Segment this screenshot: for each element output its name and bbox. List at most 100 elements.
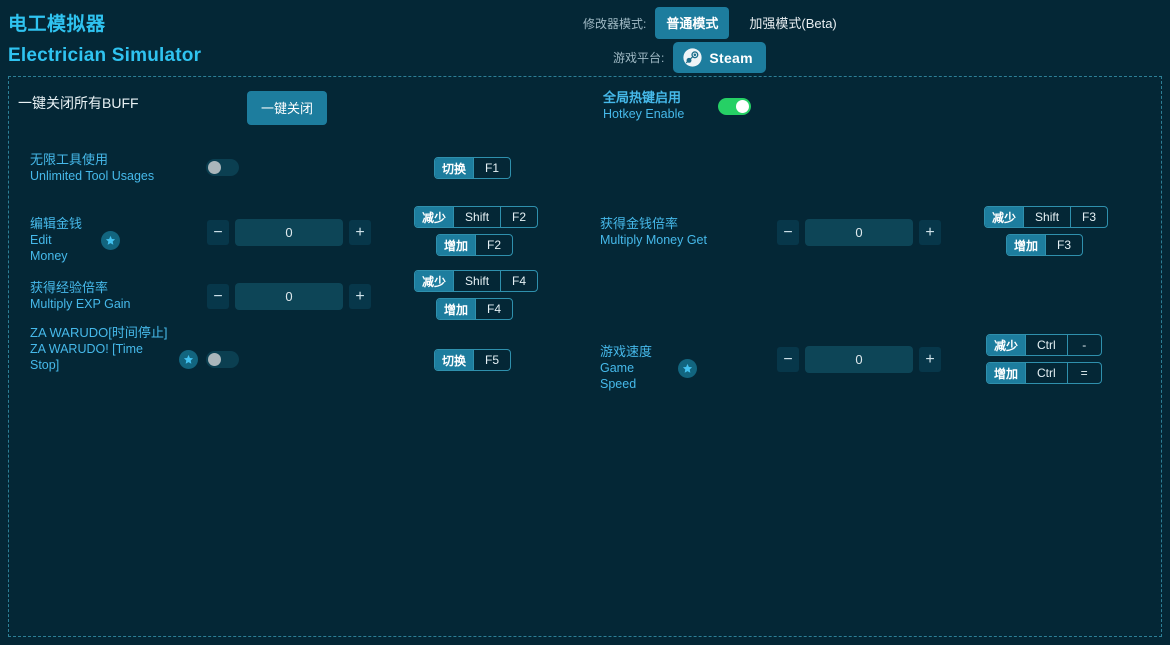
hotkey-action: 减少 (985, 207, 1023, 227)
favorite-star-icon[interactable] (678, 359, 697, 378)
stepper-multiply-exp-gain: − + (207, 283, 371, 310)
hotkey-action: 增加 (437, 299, 475, 319)
hotkey-key-modifier: Shift (453, 271, 500, 291)
label-zh: 游戏速度 (600, 344, 672, 360)
hotkey-enable-row: 全局热键启用 Hotkey Enable (603, 90, 751, 122)
hotkeys-za-warudo: 切换 F5 (434, 349, 511, 371)
label-en: Multiply Money Get (600, 232, 707, 248)
label-multiply-money-get: 获得金钱倍率 Multiply Money Get (600, 216, 707, 248)
hotkeys-multiply-money-get: 减少 Shift F3 增加 F3 (984, 206, 1108, 256)
decrement-button[interactable]: − (777, 347, 799, 372)
platform-steam-button[interactable]: Steam (673, 42, 766, 73)
hotkey-increase-ctrl-equals[interactable]: 增加 Ctrl = (986, 362, 1102, 384)
label-zh: 获得经验倍率 (30, 280, 131, 296)
hotkey-key: F2 (475, 235, 512, 255)
hotkey-increase-f3[interactable]: 增加 F3 (1006, 234, 1083, 256)
mode-label: 修改器模式: (583, 15, 646, 32)
hotkey-increase-f4[interactable]: 增加 F4 (436, 298, 513, 320)
platform-label: 游戏平台: (613, 49, 664, 66)
app-header: 电工模拟器 Electrician Simulator 修改器模式: 普通模式 … (0, 0, 1170, 75)
row-multiply-money-get-label: 获得金钱倍率 Multiply Money Get (600, 216, 707, 248)
mode-selector: 修改器模式: 普通模式 加强模式(Beta) (583, 7, 845, 39)
hotkey-key: = (1067, 363, 1101, 383)
toggle-unlimited-tool-usages[interactable] (206, 159, 239, 176)
disable-all-buffs-row: 一键关闭所有BUFF (18, 93, 139, 113)
label-zh: ZA WARUDO[时间停止] (30, 325, 170, 341)
increment-button[interactable]: + (349, 284, 371, 309)
value-input[interactable] (235, 219, 343, 246)
hotkey-toggle-f1[interactable]: 切换 F1 (434, 157, 511, 179)
row-multiply-exp-gain-label: 获得经验倍率 Multiply EXP Gain (30, 280, 131, 312)
hotkey-key: F4 (475, 299, 512, 319)
hotkeys-game-speed: 减少 Ctrl - 增加 Ctrl = (986, 334, 1102, 384)
hotkey-enable-label-en: Hotkey Enable (603, 106, 713, 122)
hotkey-key: F4 (500, 271, 537, 291)
increment-button[interactable]: + (349, 220, 371, 245)
disable-all-buffs-button[interactable]: 一键关闭 (247, 91, 327, 125)
label-en: Edit Money (30, 232, 92, 264)
row-za-warudo-label: ZA WARUDO[时间停止] ZA WARUDO! [Time Stop] (30, 325, 170, 373)
hotkey-decrease-ctrl-minus[interactable]: 减少 Ctrl - (986, 334, 1102, 356)
hotkey-action: 切换 (435, 350, 473, 370)
decrement-button[interactable]: − (777, 220, 799, 245)
hotkey-action: 增加 (437, 235, 475, 255)
hotkey-decrease-shift-f3[interactable]: 减少 Shift F3 (984, 206, 1108, 228)
hotkey-enable-label-zh: 全局热键启用 (603, 90, 713, 106)
stepper-game-speed: − + (777, 346, 941, 373)
hotkey-key: F3 (1070, 207, 1107, 227)
label-game-speed: 游戏速度 Game Speed (600, 344, 672, 392)
mode-normal-button[interactable]: 普通模式 (655, 7, 729, 39)
hotkey-enable-toggle[interactable] (718, 98, 751, 115)
trainer-window: 电工模拟器 Electrician Simulator 修改器模式: 普通模式 … (0, 0, 1170, 645)
hotkey-key: - (1067, 335, 1101, 355)
hotkeys-unlimited-tool-usages: 切换 F1 (434, 157, 511, 179)
hotkeys-edit-money: 减少 Shift F2 增加 F2 (414, 206, 538, 256)
decrement-button[interactable]: − (207, 220, 229, 245)
label-unlimited-tool-usages: 无限工具使用 Unlimited Tool Usages (30, 152, 154, 184)
toggle-knob (736, 100, 749, 113)
toggle-za-warudo[interactable] (206, 351, 239, 368)
favorite-star-icon[interactable] (101, 231, 120, 250)
hotkeys-multiply-exp-gain: 减少 Shift F4 增加 F4 (414, 270, 538, 320)
hotkey-toggle-f5[interactable]: 切换 F5 (434, 349, 511, 371)
hotkey-key: F3 (1045, 235, 1082, 255)
hotkey-action: 增加 (987, 363, 1025, 383)
label-edit-money: 编辑金钱 Edit Money (30, 216, 92, 264)
label-multiply-exp-gain: 获得经验倍率 Multiply EXP Gain (30, 280, 131, 312)
hotkey-key: F1 (473, 158, 510, 178)
mode-enhanced-button[interactable]: 加强模式(Beta) (741, 7, 844, 39)
label-za-warudo: ZA WARUDO[时间停止] ZA WARUDO! [Time Stop] (30, 325, 170, 373)
hotkey-key-modifier: Ctrl (1025, 335, 1067, 355)
hotkey-key-modifier: Shift (453, 207, 500, 227)
label-en: ZA WARUDO! [Time Stop] (30, 341, 170, 373)
hotkey-enable-label: 全局热键启用 Hotkey Enable (603, 90, 713, 122)
decrement-button[interactable]: − (207, 284, 229, 309)
toggle-knob (208, 161, 221, 174)
hotkey-key: F2 (500, 207, 537, 227)
row-edit-money-label: 编辑金钱 Edit Money (30, 216, 120, 264)
hotkey-decrease-shift-f4[interactable]: 减少 Shift F4 (414, 270, 538, 292)
hotkey-increase-f2[interactable]: 增加 F2 (436, 234, 513, 256)
increment-button[interactable]: + (919, 347, 941, 372)
value-input[interactable] (235, 283, 343, 310)
hotkey-action: 增加 (1007, 235, 1045, 255)
hotkey-key-modifier: Shift (1023, 207, 1070, 227)
steam-icon (683, 48, 702, 67)
hotkey-action: 减少 (415, 271, 453, 291)
label-zh: 获得金钱倍率 (600, 216, 707, 232)
value-input[interactable] (805, 346, 913, 373)
label-en: Unlimited Tool Usages (30, 168, 154, 184)
value-input[interactable] (805, 219, 913, 246)
label-zh: 无限工具使用 (30, 152, 154, 168)
row-game-speed-label: 游戏速度 Game Speed (600, 344, 697, 392)
hotkey-action: 切换 (435, 158, 473, 178)
stepper-edit-money: − + (207, 219, 371, 246)
favorite-star-icon[interactable] (179, 350, 198, 369)
hotkey-decrease-shift-f2[interactable]: 减少 Shift F2 (414, 206, 538, 228)
label-en: Multiply EXP Gain (30, 296, 131, 312)
increment-button[interactable]: + (919, 220, 941, 245)
stepper-multiply-money-get: − + (777, 219, 941, 246)
label-en: Game Speed (600, 360, 672, 392)
platform-steam-label: Steam (709, 50, 753, 66)
app-title-en: Electrician Simulator (8, 45, 201, 67)
